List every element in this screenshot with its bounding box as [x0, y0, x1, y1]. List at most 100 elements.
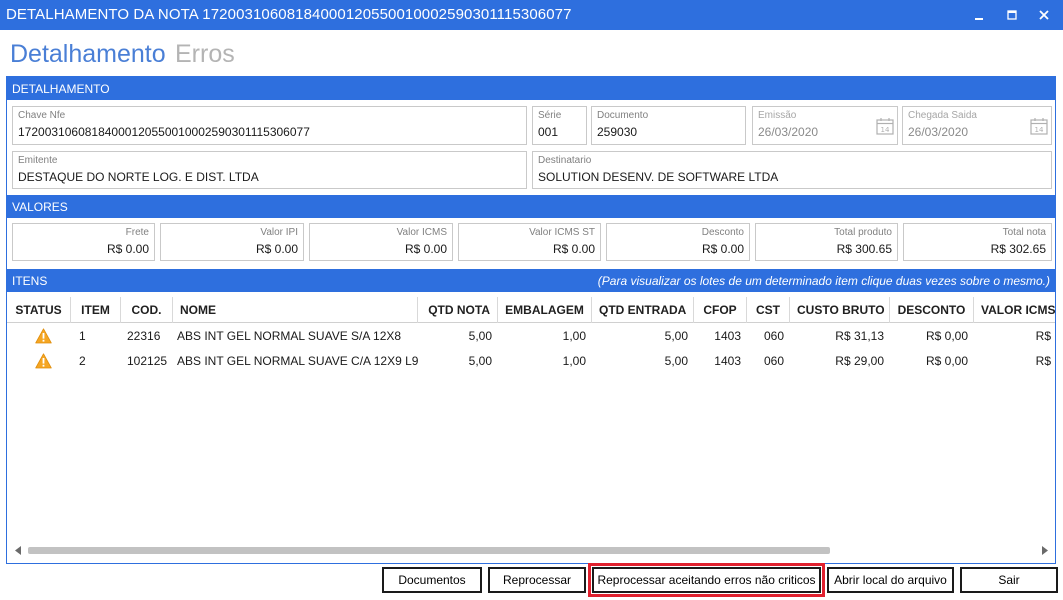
serie-label: Série [538, 110, 562, 121]
column-header-cod[interactable]: COD. [121, 297, 173, 323]
serie-field[interactable]: Série 001 [532, 106, 587, 145]
tab-erros[interactable]: Erros [175, 40, 235, 69]
valor-icms-st-field[interactable]: Valor ICMS ST R$ 0.00 [458, 223, 601, 261]
column-header-qtd-nota[interactable]: QTD NOTA [418, 297, 498, 323]
close-button[interactable] [1031, 4, 1057, 26]
maximize-button[interactable] [999, 4, 1025, 26]
valor-icms-st-label: Valor ICMS ST [529, 227, 595, 238]
destinatario-label: Destinatario [538, 155, 592, 166]
cell-valor-icms: R$ [1035, 354, 1051, 368]
table-row[interactable]: 2 102125 ABS INT GEL NORMAL SUAVE C/A 12… [7, 349, 1055, 374]
valor-icms-st-value: R$ 0.00 [552, 242, 595, 256]
cell-cst: 060 [763, 354, 784, 368]
minimize-button[interactable] [966, 4, 992, 26]
calendar-icon: 14 [1030, 118, 1048, 135]
destinatario-value: SOLUTION DESENV. DE SOFTWARE LTDA [538, 170, 779, 184]
total-produto-field[interactable]: Total produto R$ 300.65 [755, 223, 898, 261]
desconto-value: R$ 0.00 [701, 242, 744, 256]
cell-nome: ABS INT GEL NORMAL SUAVE S/A 12X8 [177, 329, 402, 343]
cell-nome: ABS INT GEL NORMAL SUAVE C/A 12X9 L9P8 [177, 354, 418, 368]
documento-field[interactable]: Documento 259030 [591, 106, 746, 145]
scroll-right-icon[interactable] [1041, 546, 1048, 555]
total-produto-value: R$ 300.65 [836, 242, 892, 256]
column-header-item[interactable]: ITEM [71, 297, 121, 323]
valores-header-label: VALORES [12, 200, 68, 214]
column-header-cfop[interactable]: CFOP [694, 297, 747, 323]
column-header-desconto[interactable]: DESCONTO [890, 297, 974, 323]
window-title: DETALHAMENTO DA NOTA 1720031060818400012… [6, 6, 572, 23]
detail-panel: DETALHAMENTO Chave Nfe 17200310608184000… [6, 76, 1056, 564]
chave-nfe-field[interactable]: Chave Nfe 172003106081840001205500100025… [12, 106, 527, 145]
documentos-button[interactable]: Documentos [382, 567, 482, 593]
emissao-label: Emissão [758, 110, 797, 121]
column-header-status[interactable]: STATUS [7, 297, 71, 323]
column-header-valor-icms[interactable]: VALOR ICMS [974, 297, 1055, 323]
close-icon [1039, 10, 1049, 20]
svg-text:14: 14 [1035, 126, 1044, 134]
column-header-qtd-entrada[interactable]: QTD ENTRADA [592, 297, 694, 323]
scroll-left-icon[interactable] [15, 546, 22, 555]
cell-qtd-entrada: 5,00 [664, 329, 688, 343]
column-header-embalagem[interactable]: EMBALAGEM [498, 297, 592, 323]
valor-ipi-field[interactable]: Valor IPI R$ 0.00 [160, 223, 304, 261]
cell-custo-bruto: R$ 31,13 [835, 329, 884, 343]
items-grid-header: STATUS ITEM COD. NOME QTD NOTA EMBALAGEM… [7, 297, 1055, 323]
total-produto-label: Total produto [834, 227, 892, 238]
column-header-cst[interactable]: CST [747, 297, 790, 323]
valor-ipi-label: Valor IPI [260, 227, 298, 238]
valor-icms-field[interactable]: Valor ICMS R$ 0.00 [309, 223, 453, 261]
calendar-icon: 14 [876, 118, 894, 135]
cell-cfop: 1403 [714, 329, 741, 343]
desconto-field[interactable]: Desconto R$ 0.00 [606, 223, 750, 261]
cell-qtd-entrada: 5,00 [664, 354, 688, 368]
documento-label: Documento [597, 110, 649, 121]
cell-desconto: R$ 0,00 [925, 329, 968, 343]
total-nota-value: R$ 302.65 [990, 242, 1046, 256]
chave-nfe-label: Chave Nfe [18, 110, 66, 121]
warning-icon [35, 353, 52, 369]
column-header-nome[interactable]: NOME [173, 297, 418, 323]
sair-button[interactable]: Sair [960, 567, 1058, 593]
abrir-local-arquivo-button[interactable]: Abrir local do arquivo [827, 567, 954, 593]
chegada-saida-label: Chegada Saida [908, 110, 977, 121]
tab-bar: Detalhamento Erros [10, 40, 241, 72]
chave-nfe-value: 1720031060818400012055001000259030111530… [18, 125, 310, 139]
scrollbar-thumb[interactable] [28, 547, 830, 554]
tab-detalhamento[interactable]: Detalhamento [10, 40, 166, 69]
cell-valor-icms: R$ [1035, 329, 1051, 343]
cell-qtd-nota: 5,00 [468, 329, 492, 343]
documento-value: 259030 [597, 125, 638, 139]
itens-hint: (Para visualizar os lotes de um determin… [597, 274, 1050, 288]
column-header-custo-bruto[interactable]: CUSTO BRUTO [790, 297, 890, 323]
detalhamento-header: DETALHAMENTO [7, 77, 1055, 100]
emissao-value: 26/03/2020 [758, 125, 819, 139]
itens-header-label: ITENS [12, 274, 48, 288]
horizontal-scrollbar[interactable] [11, 543, 1051, 557]
svg-text:14: 14 [881, 126, 890, 134]
valor-ipi-value: R$ 0.00 [255, 242, 298, 256]
cell-cst: 060 [763, 329, 784, 343]
destinatario-field[interactable]: Destinatario SOLUTION DESENV. DE SOFTWAR… [532, 151, 1052, 189]
minimize-icon [975, 18, 983, 20]
serie-value: 001 [538, 125, 559, 139]
chegada-saida-field: Chegada Saida 26/03/2020 14 [902, 106, 1052, 145]
frete-label: Frete [125, 227, 149, 238]
emitente-value: DESTAQUE DO NORTE LOG. E DIST. LTDA [18, 170, 259, 184]
warning-icon [35, 328, 52, 344]
reprocessar-button[interactable]: Reprocessar [488, 567, 586, 593]
frete-field[interactable]: Frete R$ 0.00 [12, 223, 155, 261]
emissao-field: Emissão 26/03/2020 14 [752, 106, 898, 145]
cell-embalagem: 1,00 [562, 354, 586, 368]
emitente-field[interactable]: Emitente DESTAQUE DO NORTE LOG. E DIST. … [12, 151, 527, 189]
valores-header: VALORES [7, 195, 1055, 218]
cell-qtd-nota: 5,00 [468, 354, 492, 368]
cell-desconto: R$ 0,00 [925, 354, 968, 368]
valor-icms-value: R$ 0.00 [404, 242, 447, 256]
total-nota-label: Total nota [1002, 227, 1046, 238]
table-row[interactable]: 1 22316 ABS INT GEL NORMAL SUAVE S/A 12X… [7, 324, 1055, 349]
total-nota-field[interactable]: Total nota R$ 302.65 [903, 223, 1052, 261]
cell-item: 2 [79, 354, 86, 368]
frete-value: R$ 0.00 [106, 242, 149, 256]
desconto-label: Desconto [701, 227, 744, 238]
reprocessar-aceitando-erros-button[interactable]: Reprocessar aceitando erros não criticos [588, 563, 825, 597]
